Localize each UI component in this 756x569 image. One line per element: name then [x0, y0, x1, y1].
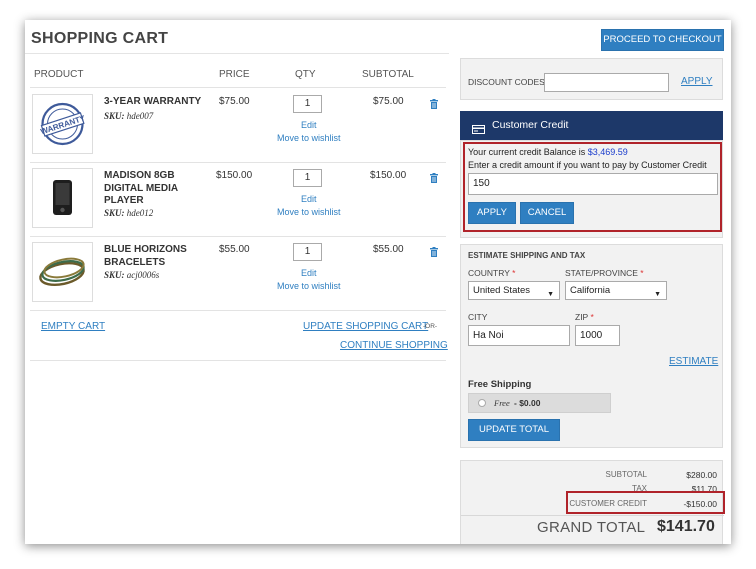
move-to-wishlist-link[interactable]: Move to wishlist	[277, 281, 341, 291]
product-name[interactable]: BLUE HORIZONS BRACELETS	[104, 244, 214, 269]
city-label: CITY	[468, 312, 488, 322]
shipping-option-name: Free	[494, 398, 510, 408]
proceed-to-checkout-button[interactable]: PROCEED TO CHECKOUT	[601, 29, 724, 51]
product-sku: SKU: hde012	[104, 208, 154, 218]
country-select[interactable]: United States ▼	[468, 281, 560, 300]
zip-label: ZIP *	[575, 312, 594, 322]
trash-icon[interactable]	[430, 96, 438, 114]
move-to-wishlist-link[interactable]: Move to wishlist	[277, 133, 341, 143]
product-sku: SKU: hde007	[104, 111, 154, 121]
estimate-shipping-title: ESTIMATE SHIPPING AND TAX	[468, 251, 586, 260]
column-header-subtotal: SUBTOTAL	[362, 69, 414, 80]
product-price: $75.00	[219, 96, 250, 107]
country-label: COUNTRY *	[468, 268, 516, 278]
product-name[interactable]: MADISON 8GB DIGITAL MEDIA PLAYER	[104, 170, 214, 208]
update-total-button[interactable]: UPDATE TOTAL	[468, 419, 560, 441]
estimate-shipping-panel: ESTIMATE SHIPPING AND TAX COUNTRY * Unit…	[460, 244, 723, 448]
free-shipping-option[interactable]: Free - $0.00	[468, 393, 611, 413]
product-sku: SKU: acj0006s	[104, 270, 160, 280]
shipping-method-title: Free Shipping	[468, 379, 532, 390]
edit-link[interactable]: Edit	[301, 194, 317, 204]
credit-card-icon	[472, 121, 485, 139]
subtotal-label: SUBTOTAL	[605, 470, 648, 479]
product-name[interactable]: 3-YEAR WARRANTY	[104, 96, 214, 109]
shipping-option-price: - $0.00	[514, 398, 541, 408]
discount-panel: DISCOUNT CODES APPLY	[460, 58, 723, 100]
quantity-input[interactable]: 1	[293, 169, 322, 187]
apply-discount-link[interactable]: APPLY	[681, 76, 713, 87]
product-subtotal: $55.00	[373, 244, 404, 255]
or-separator: -OR-	[423, 323, 438, 330]
product-subtotal: $150.00	[370, 170, 407, 181]
product-price: $150.00	[216, 170, 253, 181]
table-row: WARRANTY 3-YEAR WARRANTY SKU: hde007 $75…	[25, 88, 449, 162]
update-shopping-cart-link[interactable]: UPDATE SHOPPING CART	[303, 321, 428, 332]
city-input[interactable]: Ha Noi	[468, 325, 570, 346]
credit-amount-input[interactable]: 150	[468, 173, 718, 195]
zip-input[interactable]: 1000	[575, 325, 620, 346]
title-divider	[25, 53, 449, 54]
product-subtotal: $75.00	[373, 96, 404, 107]
customer-credit-header: Customer Credit	[460, 111, 723, 140]
trash-icon[interactable]	[430, 170, 438, 188]
grand-total-label: GRAND TOTAL	[537, 519, 646, 536]
row-divider	[30, 310, 446, 311]
totals-divider	[461, 515, 724, 516]
credit-highlight-box: Your current credit Balance is $3,469.59…	[463, 142, 722, 232]
cancel-credit-button[interactable]: CANCEL	[520, 202, 574, 224]
column-header-product: PRODUCT	[34, 69, 84, 80]
grand-total-value: $141.70	[657, 518, 715, 535]
media-player-image[interactable]	[32, 168, 93, 228]
quantity-input[interactable]: 1	[293, 243, 322, 261]
warranty-stamp-image[interactable]: WARRANTY	[32, 94, 93, 154]
empty-cart-link[interactable]: EMPTY CART	[41, 321, 105, 332]
bracelets-image[interactable]	[32, 242, 93, 302]
customer-credit-highlight-box	[566, 491, 725, 514]
column-header-qty: QTY	[295, 69, 316, 80]
table-row: BLUE HORIZONS BRACELETS SKU: acj0006s $5…	[25, 236, 449, 310]
chevron-down-icon: ▼	[654, 291, 661, 298]
credit-balance-value: $3,469.59	[587, 147, 628, 157]
shopping-cart-page: SHOPPING CART PROCEED TO CHECKOUT PRODUC…	[25, 20, 731, 544]
quantity-input[interactable]: 1	[293, 95, 322, 113]
discount-code-input[interactable]	[544, 73, 669, 92]
page-title: SHOPPING CART	[31, 30, 169, 47]
shipping-radio[interactable]	[478, 399, 486, 407]
continue-shopping-link[interactable]: CONTINUE SHOPPING	[340, 340, 448, 351]
estimate-link[interactable]: ESTIMATE	[669, 356, 718, 367]
trash-icon[interactable]	[430, 244, 438, 262]
table-row: MADISON 8GB DIGITAL MEDIA PLAYER SKU: hd…	[25, 162, 449, 236]
credit-amount-prompt: Enter a credit amount if you want to pay…	[468, 160, 707, 170]
apply-credit-button[interactable]: APPLY	[468, 202, 516, 224]
credit-balance-text: Your current credit Balance is $3,469.59	[468, 147, 628, 157]
move-to-wishlist-link[interactable]: Move to wishlist	[277, 207, 341, 217]
product-price: $55.00	[219, 244, 250, 255]
actions-divider	[30, 360, 446, 361]
discount-codes-label: DISCOUNT CODES	[468, 77, 545, 87]
column-header-price: PRICE	[219, 69, 250, 80]
customer-credit-title: Customer Credit	[492, 119, 569, 131]
subtotal-value: $280.00	[686, 470, 717, 480]
chevron-down-icon: ▼	[547, 291, 554, 298]
state-select[interactable]: California ▼	[565, 281, 667, 300]
state-label: STATE/PROVINCE *	[565, 268, 644, 278]
edit-link[interactable]: Edit	[301, 120, 317, 130]
edit-link[interactable]: Edit	[301, 268, 317, 278]
